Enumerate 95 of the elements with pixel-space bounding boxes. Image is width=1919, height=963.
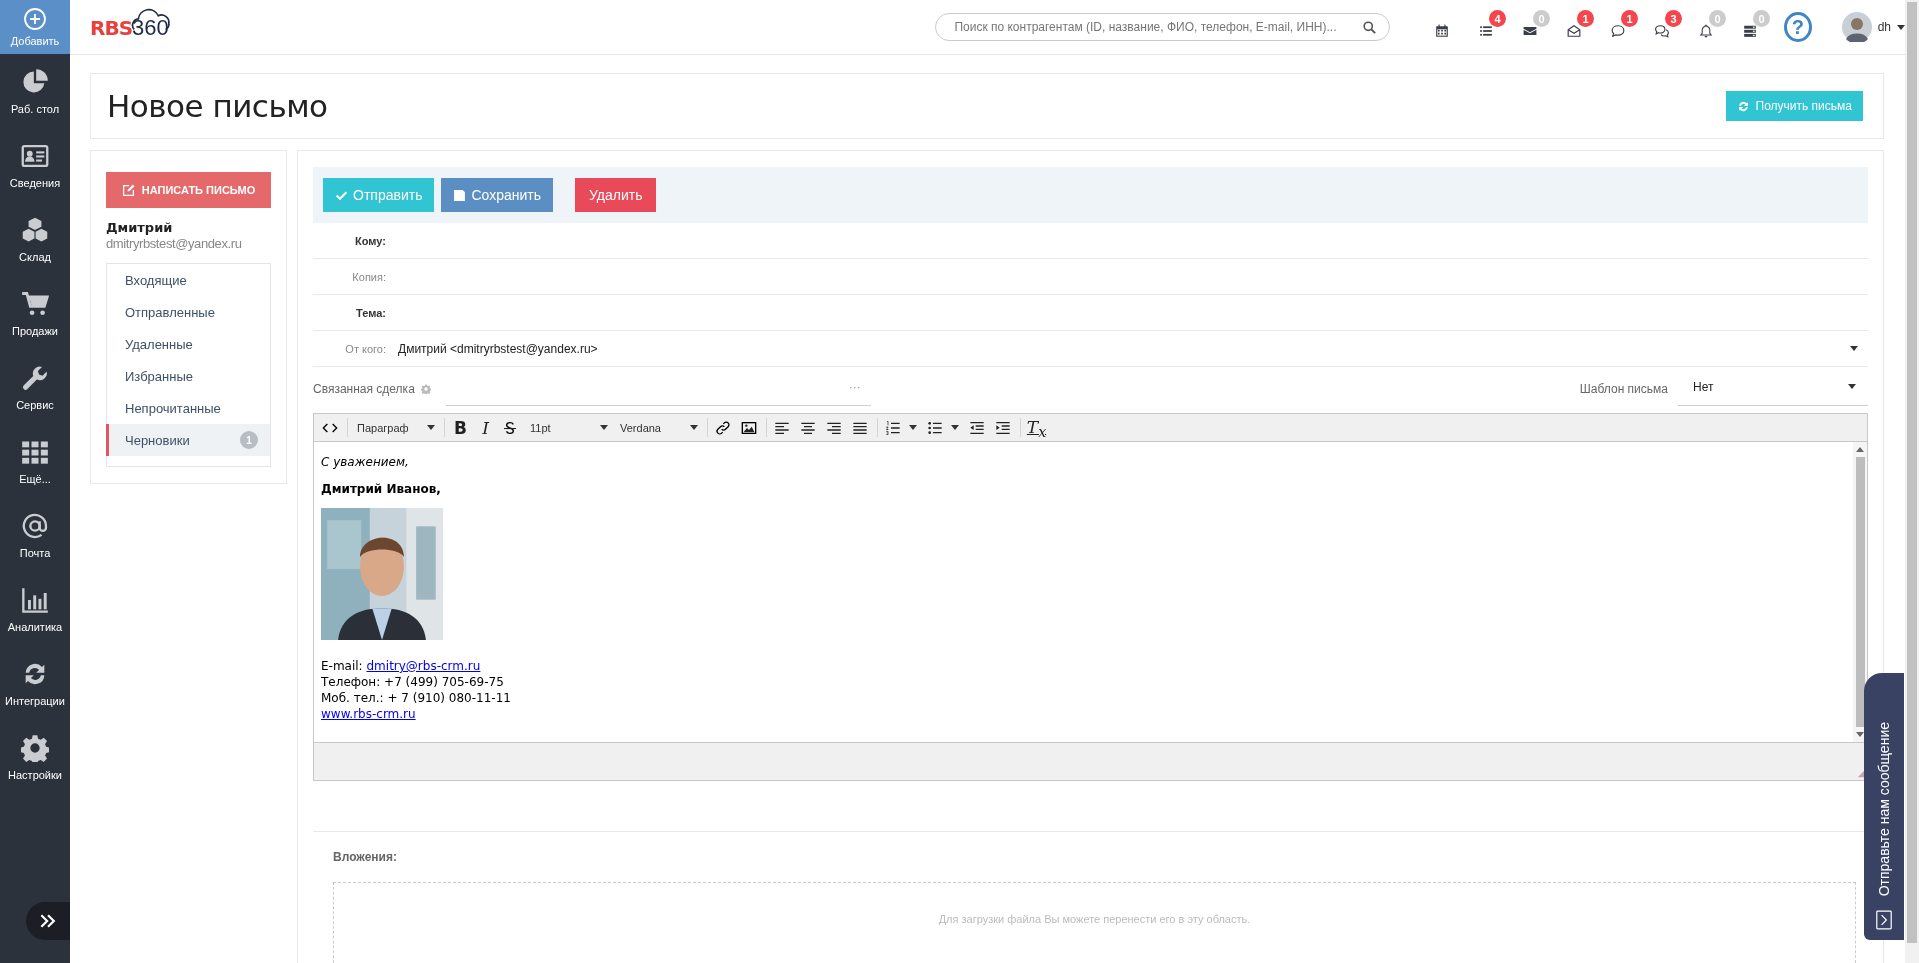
open-envelope-icon[interactable] bbox=[1566, 24, 1581, 38]
field-label: Связанная сделка bbox=[313, 382, 415, 396]
sync-icon bbox=[1736, 99, 1750, 113]
signature-text: E-mail: bbox=[321, 659, 364, 673]
scroll-up-icon[interactable] bbox=[1856, 447, 1864, 452]
search-icon bbox=[1361, 19, 1377, 35]
caret-icon bbox=[1848, 384, 1856, 389]
folder-item[interactable]: Входящие bbox=[106, 264, 270, 296]
page-title: Новое письмо bbox=[107, 88, 328, 124]
sidebar-item[interactable]: Продажи bbox=[0, 276, 70, 350]
strikethrough-icon bbox=[502, 419, 518, 436]
calendar-icon[interactable] bbox=[1434, 24, 1449, 38]
sidebar-item[interactable]: Сервис bbox=[0, 350, 70, 424]
caret-icon bbox=[600, 425, 608, 430]
delete-button[interactable]: Удалить bbox=[575, 178, 657, 212]
sidebar-item[interactable]: Почта bbox=[0, 498, 70, 572]
signature-link[interactable]: dmitry@rbs-crm.ru bbox=[366, 659, 481, 673]
resize-handle[interactable] bbox=[1857, 770, 1865, 778]
bold-button[interactable]: B bbox=[448, 416, 473, 439]
italic-button[interactable]: I bbox=[473, 416, 498, 439]
sidebar-item[interactable]: Сведения bbox=[0, 128, 70, 202]
signature-text: Моб. тел.: + 7 (910) 080-11-11 bbox=[321, 691, 511, 705]
format-dropdown[interactable]: Verdana bbox=[614, 416, 704, 439]
notification-count: 1 bbox=[1576, 10, 1594, 27]
field-label: Кому: bbox=[354, 234, 386, 247]
bar-chart-icon bbox=[21, 585, 49, 614]
outdent-icon bbox=[969, 419, 985, 436]
folder-item[interactable]: Отправленные bbox=[106, 296, 270, 328]
at-sign-icon bbox=[21, 511, 49, 540]
folder-item[interactable]: Удаленные bbox=[106, 328, 270, 360]
folder-label: Удаленные bbox=[125, 336, 193, 352]
add-icon bbox=[23, 7, 47, 31]
chevron-box-icon bbox=[1876, 910, 1892, 930]
sidebar-item[interactable]: Настройки bbox=[0, 720, 70, 794]
avatar[interactable] bbox=[1841, 12, 1872, 42]
clear-format-button[interactable]: T$_{x}$ bbox=[1024, 416, 1049, 439]
folder-label: Входящие bbox=[125, 272, 187, 288]
field-label: Тема: bbox=[355, 306, 386, 319]
folder-count: 1 bbox=[240, 431, 258, 449]
image-icon bbox=[741, 419, 757, 436]
caret-icon[interactable] bbox=[1897, 24, 1905, 30]
folder-label: Непрочитанные bbox=[125, 400, 221, 416]
bullet-list-icon bbox=[927, 419, 943, 436]
cubes-icon bbox=[21, 215, 49, 244]
sidebar-item[interactable]: Склад bbox=[0, 202, 70, 276]
field-label: Шаблон письма bbox=[1579, 382, 1668, 396]
expand-button[interactable] bbox=[26, 902, 70, 940]
caret-icon bbox=[951, 425, 959, 430]
link-icon bbox=[715, 419, 731, 436]
envelope-icon[interactable] bbox=[1522, 24, 1537, 38]
numbered-list-icon bbox=[885, 419, 901, 436]
gear-icon bbox=[21, 733, 49, 762]
template-select[interactable]: Нет bbox=[1678, 372, 1868, 406]
folder-item[interactable]: Избранные bbox=[106, 360, 270, 392]
server-stack-icon[interactable] bbox=[1742, 24, 1757, 38]
chat-bubble-icon[interactable] bbox=[1610, 24, 1625, 38]
indent-icon bbox=[995, 419, 1011, 436]
edit-icon bbox=[121, 183, 135, 197]
caret-icon bbox=[427, 425, 435, 430]
sidebar-item[interactable]: Аналитика bbox=[0, 572, 70, 646]
input-field[interactable]: Дмитрий <dmitryrbstest@yandex.ru> bbox=[398, 331, 1868, 366]
folder-label: Избранные bbox=[125, 368, 193, 384]
bell-icon[interactable] bbox=[1698, 24, 1713, 38]
scrollbar[interactable] bbox=[1905, 0, 1919, 963]
list-icon[interactable] bbox=[1478, 24, 1493, 38]
chat-bubbles-icon[interactable] bbox=[1654, 24, 1669, 38]
folder-item[interactable]: Черновики 1 bbox=[106, 424, 270, 456]
signature-name: Дмитрий Иванов, bbox=[321, 482, 442, 496]
chat-widget-button[interactable]: Отправьте нам сообщение bbox=[1864, 673, 1904, 940]
format-dropdown[interactable]: Параграф bbox=[351, 416, 441, 439]
folder-item[interactable]: Непрочитанные bbox=[106, 392, 270, 424]
field-label: Копия: bbox=[351, 270, 386, 283]
folder-label: Отправленные bbox=[125, 304, 215, 320]
scroll-down-icon[interactable] bbox=[1856, 732, 1864, 737]
format-dropdown[interactable]: 11pt bbox=[524, 416, 614, 439]
signature-greeting: С уважением, bbox=[321, 455, 410, 469]
signature-link[interactable]: www.rbs-crm.ru bbox=[321, 707, 416, 721]
attachments-label: Вложения: bbox=[333, 850, 398, 864]
notification-count: 4 bbox=[1488, 10, 1506, 27]
notification-count: 1 bbox=[1620, 10, 1638, 27]
folder-label: Черновики bbox=[125, 432, 190, 448]
user-name[interactable]: dh bbox=[1877, 20, 1891, 34]
help-button[interactable]: ? bbox=[1783, 12, 1812, 42]
scrollbar[interactable] bbox=[1853, 442, 1867, 742]
sidebar-item[interactable]: Интеграции bbox=[0, 646, 70, 720]
caret-icon bbox=[690, 425, 698, 430]
account-email: dmitryrbstest@yandex.ru bbox=[106, 236, 243, 251]
field-label: От кого: bbox=[344, 342, 386, 355]
account-name: Дмитрий bbox=[106, 220, 174, 235]
sidebar-item[interactable]: Ещё... bbox=[0, 424, 70, 498]
signature-text: Телефон: +7 (499) 705-69-75 bbox=[321, 675, 504, 689]
sidebar-item[interactable]: Раб. стол bbox=[0, 54, 70, 128]
notification-count: 3 bbox=[1664, 10, 1682, 27]
cart-icon bbox=[21, 289, 49, 318]
caret-icon bbox=[909, 425, 917, 430]
